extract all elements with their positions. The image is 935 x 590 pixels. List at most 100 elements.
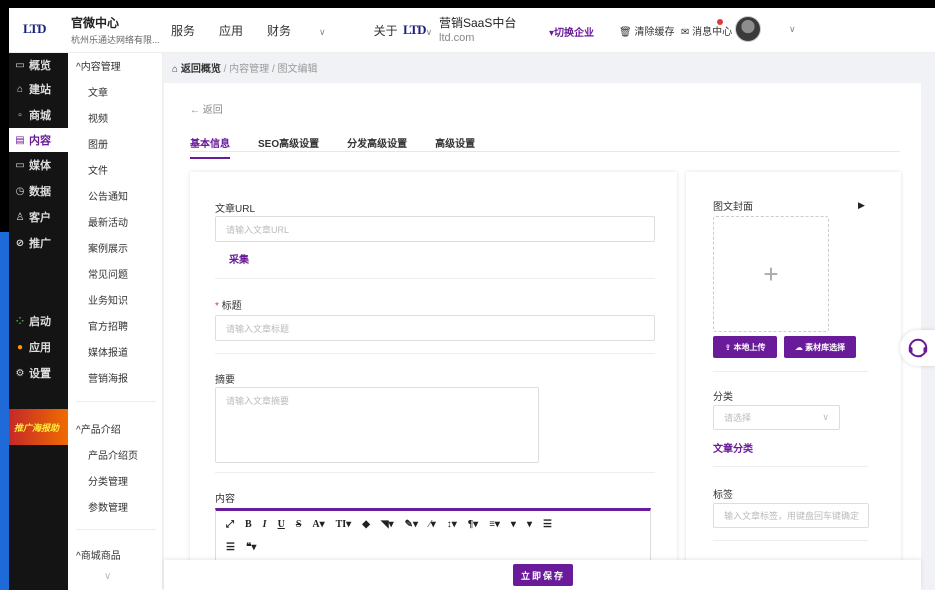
tab-distribution[interactable]: 分发高级设置 — [347, 135, 407, 159]
url-input[interactable]: 请输入文章URL — [215, 216, 655, 242]
breadcrumb: ⌂ 返回概览 / 内容管理 / 图文编辑 — [172, 60, 318, 75]
sidebar-item-categories[interactable]: 分类管理 — [88, 473, 128, 488]
sidebar-item-settings[interactable]: ⚙ 设置 — [9, 361, 68, 385]
group-shop-goods[interactable]: ^商城商品 — [76, 547, 121, 562]
breadcrumb-item[interactable]: 内容管理 — [229, 64, 269, 75]
sidebar-item-label: 商城 — [29, 110, 51, 122]
sidebar-item-notice[interactable]: 公告通知 — [88, 188, 128, 203]
nav-item-service[interactable]: 服务 — [171, 22, 195, 39]
sidebar-item-customers[interactable]: ♙ 客户 — [9, 205, 68, 229]
upload-local-button[interactable]: ⇪ 本地上传 — [713, 336, 777, 358]
document-icon: ▤ — [15, 134, 25, 146]
italic-icon[interactable]: I — [263, 519, 267, 530]
category-select[interactable]: 请选择 ∨ — [713, 405, 840, 430]
collect-link[interactable]: 采集 — [229, 251, 249, 266]
sidebar-item-posters[interactable]: 营销海报 — [88, 370, 128, 385]
outdent-icon[interactable]: ☰ — [226, 542, 235, 553]
tab-seo[interactable]: SEO高级设置 — [258, 135, 319, 159]
sidebar-item-params[interactable]: 参数管理 — [88, 499, 128, 514]
title-label: * 标题 — [215, 297, 242, 312]
tag-input[interactable]: 输入文章标签，用键盘回车键确定 — [713, 503, 869, 528]
trash-icon: 🗑 — [619, 27, 632, 38]
tab-advanced[interactable]: 高级设置 — [435, 135, 475, 159]
quote-icon[interactable]: ❝▾ — [246, 542, 256, 553]
message-center-button[interactable]: ✉ 消息中心 — [681, 23, 732, 38]
sidebar-item-jobs[interactable]: 官方招聘 — [88, 318, 128, 333]
sidebar-item-faq[interactable]: 常见问题 — [88, 266, 128, 281]
sidebar-item-cases[interactable]: 案例展示 — [88, 240, 128, 255]
strikethrough-icon[interactable]: S — [296, 519, 302, 530]
fullscreen-icon[interactable]: ⤢ — [226, 519, 234, 530]
sidebar-item-article[interactable]: 文章 — [88, 84, 108, 99]
chevron-down-icon[interactable]: ▾ — [527, 519, 532, 530]
font-size-icon[interactable]: TI▾ — [336, 519, 352, 530]
sidebar-item-overview[interactable]: ▭ 概览 — [9, 53, 68, 77]
chevron-down-icon[interactable]: ∨ — [104, 571, 111, 582]
sidebar-item-events[interactable]: 最新活动 — [88, 214, 128, 229]
font-color-icon[interactable]: A▾ — [312, 519, 324, 530]
clear-format-icon[interactable]: ⁄▾ — [429, 519, 436, 530]
sidebar-item-video[interactable]: 视频 — [88, 110, 108, 125]
sidebar-item-media[interactable]: ▭ 媒体 — [9, 153, 68, 177]
avatar[interactable] — [735, 16, 761, 42]
sidebar-item-launch[interactable]: ⁘ 启动 — [9, 309, 68, 333]
title-input[interactable]: 请输入文章标题 — [215, 315, 655, 341]
breadcrumb-home[interactable]: ⌂ 返回概览 — [172, 64, 221, 75]
saas-title: 营销SaaS中台 — [439, 16, 517, 30]
url-label: 文章URL — [215, 204, 256, 215]
sidebar-item-knowledge[interactable]: 业务知识 — [88, 292, 128, 307]
sidebar-item-apps[interactable]: ● 应用 — [9, 335, 68, 359]
sidebar-item-site[interactable]: ⌂ 建站 — [9, 77, 68, 101]
group-content-management[interactable]: ^内容管理 — [76, 58, 121, 73]
underline-icon[interactable]: U — [278, 519, 285, 530]
sidebar-item-shop[interactable]: ▫ 商城 — [9, 103, 68, 127]
fill-color-icon[interactable]: ◥▾ — [381, 519, 394, 530]
summary-textarea[interactable]: 请输入文章摘要 — [215, 387, 539, 463]
chevron-down-icon[interactable]: ▾ — [511, 519, 516, 530]
saas-brand[interactable]: 营销SaaS中台 ltd.com — [439, 14, 516, 44]
org-switcher[interactable]: 官微中心 杭州乐通达网络有限... — [71, 14, 160, 46]
sidebar-item-file[interactable]: 文件 — [88, 162, 108, 177]
play-icon[interactable]: ▶ — [858, 200, 865, 211]
bold-icon[interactable]: B — [245, 519, 252, 530]
notification-dot — [717, 19, 723, 25]
chevron-down-icon[interactable]: ∨ — [789, 24, 796, 35]
sidebar-item-content[interactable]: ▤ 内容 — [9, 128, 68, 152]
nav-item-apps[interactable]: 应用 — [219, 22, 243, 39]
customer-service-button[interactable] — [900, 330, 935, 366]
link-icon: ⊘ — [15, 237, 25, 249]
switch-company-button[interactable]: ▾切换企业 — [549, 24, 594, 39]
ink-drop-icon[interactable]: ◆ — [362, 519, 370, 530]
group-product-intro[interactable]: ^产品介绍 — [76, 421, 121, 436]
paragraph-icon[interactable]: ¶▾ — [468, 519, 478, 530]
content-label: 内容 — [215, 494, 235, 505]
sidebar-item-label: 客户 — [29, 212, 51, 224]
sidebar-item-data[interactable]: ◷ 数据 — [9, 179, 68, 203]
nav-item-finance[interactable]: 财务 ∨ — [267, 22, 350, 39]
upload-local-label: 本地上传 — [733, 342, 766, 352]
promo-banner[interactable]: 推广海报助 — [9, 409, 68, 445]
brush-icon[interactable]: ✎▾ — [405, 519, 418, 530]
left-frame-accent — [0, 232, 9, 590]
saas-logo: LTD — [403, 22, 427, 37]
material-library-button[interactable]: ☁ 素材库选择 — [784, 336, 856, 358]
cover-upload-area[interactable]: + — [713, 216, 829, 332]
brand-logo[interactable]: LTD — [23, 21, 47, 37]
category-link[interactable]: 文章分类 — [713, 440, 753, 455]
top-frame-band — [0, 0, 935, 8]
sidebar-item-product-page[interactable]: 产品介绍页 — [88, 447, 138, 462]
clear-cache-button[interactable]: 🗑 清除缓存 — [619, 23, 674, 38]
tab-basic-info[interactable]: 基本信息 — [190, 135, 230, 159]
clock-icon: ◷ — [15, 185, 25, 197]
sidebar-item-press[interactable]: 媒体报道 — [88, 344, 128, 359]
line-height-icon[interactable]: ↕▾ — [447, 519, 457, 530]
sidebar-item-promotion[interactable]: ⊘ 推广 — [9, 231, 68, 255]
tab-underline — [190, 151, 900, 152]
align-icon[interactable]: ≡▾ — [489, 519, 500, 530]
sidebar-item-album[interactable]: 图册 — [88, 136, 108, 151]
back-link[interactable]: ← 返回 — [190, 101, 223, 116]
sidebar-item-label: 建站 — [29, 84, 51, 96]
left-frame-edge — [0, 0, 9, 590]
indent-icon[interactable]: ☰ — [543, 519, 552, 530]
save-button[interactable]: 立即保存 — [513, 564, 573, 586]
